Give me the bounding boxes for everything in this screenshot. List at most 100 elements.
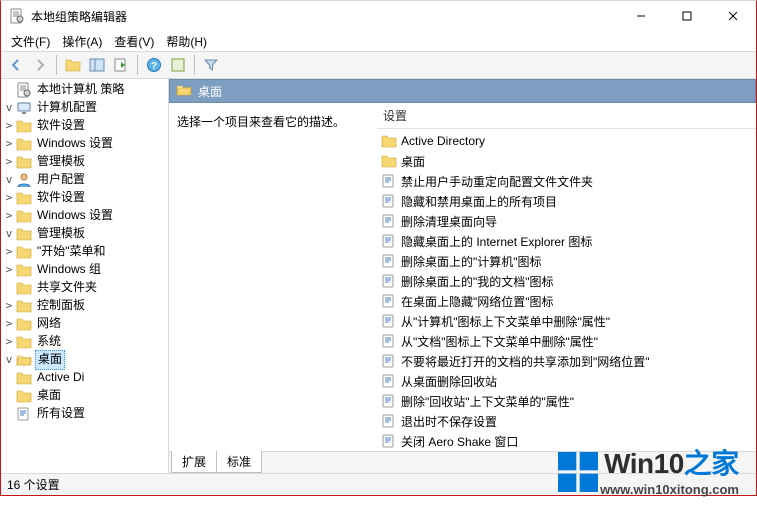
list-item[interactable]: 删除桌面上的"计算机"图标 — [381, 251, 752, 271]
properties-button[interactable] — [167, 54, 189, 76]
tree-windows-settings[interactable]: >Windows 设置 — [3, 207, 168, 225]
folder-icon — [16, 154, 32, 170]
toolbar — [1, 51, 756, 79]
tree-start-menu[interactable]: >"开始"菜单和 — [3, 243, 168, 261]
show-hide-tree-button[interactable] — [86, 54, 108, 76]
menu-file[interactable]: 文件(F) — [5, 31, 56, 52]
list-item-label: 从"文档"图标上下文菜单中删除"属性" — [401, 333, 598, 350]
setting-icon — [381, 193, 397, 209]
tree-pane[interactable]: ▾本地计算机 策略 v计算机配置 >软件设置 >Windows 设置 >管理模板… — [1, 79, 169, 473]
back-button[interactable] — [5, 54, 27, 76]
list-item[interactable]: 在桌面上隐藏"网络位置"图标 — [381, 291, 752, 311]
list-item-label: 删除清理桌面向导 — [401, 213, 497, 230]
folder-icon — [16, 226, 32, 242]
folder-open-icon — [16, 352, 32, 368]
tree-windows-settings[interactable]: >Windows 设置 — [3, 135, 168, 153]
tree-system[interactable]: >系统 — [3, 333, 168, 351]
list-item[interactable]: 不要将最近打开的文档的共享添加到"网络位置" — [381, 351, 752, 371]
tree-network[interactable]: >网络 — [3, 315, 168, 333]
tree-computer-config[interactable]: v计算机配置 — [3, 99, 168, 117]
menu-help[interactable]: 帮助(H) — [160, 31, 213, 52]
list-item[interactable]: 桌面 — [381, 151, 752, 171]
details-header-label: 桌面 — [198, 83, 222, 100]
tree-control-panel[interactable]: >控制面板 — [3, 297, 168, 315]
list-item[interactable]: 删除"回收站"上下文菜单的"属性" — [381, 391, 752, 411]
setting-icon — [381, 293, 397, 309]
watermark-url: www.win10xitong.com — [600, 482, 739, 497]
list-item-label: 桌面 — [401, 153, 425, 170]
list-item[interactable]: 隐藏和禁用桌面上的所有项目 — [381, 191, 752, 211]
tree-software-settings[interactable]: >软件设置 — [3, 117, 168, 135]
list-item[interactable]: 禁止用户手动重定向配置文件文件夹 — [381, 171, 752, 191]
status-count: 16 个设置 — [7, 476, 60, 493]
tree-admin-templates[interactable]: v管理模板 — [3, 225, 168, 243]
tree-windows-components[interactable]: >Windows 组 — [3, 261, 168, 279]
setting-icon — [381, 173, 397, 189]
tree-desktop[interactable]: v桌面 — [3, 351, 168, 369]
tree-active-directory[interactable]: >Active Di — [3, 369, 168, 387]
forward-button[interactable] — [29, 54, 51, 76]
root-icon — [16, 82, 32, 98]
window-title: 本地组策略编辑器 — [31, 8, 618, 25]
setting-icon — [381, 313, 397, 329]
tree-all-settings[interactable]: >所有设置 — [3, 405, 168, 423]
menu-view[interactable]: 查看(V) — [108, 31, 160, 52]
setting-icon — [381, 273, 397, 289]
list-item[interactable]: 从"计算机"图标上下文菜单中删除"属性" — [381, 311, 752, 331]
watermark-brand: Win10 — [604, 448, 684, 479]
folder-icon — [16, 208, 32, 224]
folder-icon — [16, 370, 32, 386]
setting-icon — [381, 253, 397, 269]
list-item[interactable]: 删除桌面上的"我的文档"图标 — [381, 271, 752, 291]
minimize-button[interactable] — [618, 1, 664, 31]
client-area: ▾本地计算机 策略 v计算机配置 >软件设置 >Windows 设置 >管理模板… — [1, 79, 756, 473]
up-button[interactable] — [62, 54, 84, 76]
description-column: 选择一个项目来查看它的描述。 — [169, 103, 377, 451]
menubar: 文件(F) 操作(A) 查看(V) 帮助(H) — [1, 31, 756, 51]
list-item-label: 隐藏和禁用桌面上的所有项目 — [401, 193, 557, 210]
titlebar[interactable]: 本地组策略编辑器 — [1, 1, 756, 31]
toolbar-separator — [194, 55, 195, 75]
tab-standard[interactable]: 标准 — [216, 451, 262, 473]
description-prompt: 选择一个项目来查看它的描述。 — [177, 115, 345, 129]
tree-desktop-sub[interactable]: >桌面 — [3, 387, 168, 405]
list-item[interactable]: 从桌面删除回收站 — [381, 371, 752, 391]
list-item[interactable]: 从"文档"图标上下文菜单中删除"属性" — [381, 331, 752, 351]
computer-icon — [16, 100, 32, 116]
list-item[interactable]: 删除清理桌面向导 — [381, 211, 752, 231]
folder-icon — [16, 136, 32, 152]
list-item[interactable]: Active Directory — [381, 131, 752, 151]
tree-shared-folders[interactable]: >共享文件夹 — [3, 279, 168, 297]
export-button[interactable] — [110, 54, 132, 76]
settings-list[interactable]: 设置 Active Directory 桌面禁止用户手动重定向配置文件文件夹隐藏和… — [377, 103, 756, 451]
list-item[interactable]: 隐藏桌面上的 Internet Explorer 图标 — [381, 231, 752, 251]
list-item[interactable]: 退出时不保存设置 — [381, 411, 752, 431]
list-item-label: 在桌面上隐藏"网络位置"图标 — [401, 293, 554, 310]
setting-icon — [381, 433, 397, 449]
folder-open-icon — [176, 82, 192, 101]
tree-admin-templates[interactable]: >管理模板 — [3, 153, 168, 171]
folder-icon — [381, 133, 397, 149]
toolbar-separator — [56, 55, 57, 75]
folder-icon — [16, 118, 32, 134]
maximize-button[interactable] — [664, 1, 710, 31]
watermark: Win10之家 www.win10xitong.com — [558, 442, 739, 501]
folder-icon — [16, 316, 32, 332]
list-item-label: 从"计算机"图标上下文菜单中删除"属性" — [401, 313, 610, 330]
filter-button[interactable] — [200, 54, 222, 76]
list-item-label: 退出时不保存设置 — [401, 413, 497, 430]
tree-user-config[interactable]: v用户配置 — [3, 171, 168, 189]
tree-software-settings[interactable]: >软件设置 — [3, 189, 168, 207]
folder-icon — [16, 280, 32, 296]
list-item-label: Active Directory — [401, 134, 485, 148]
help-button[interactable] — [143, 54, 165, 76]
setting-icon — [381, 353, 397, 369]
menu-action[interactable]: 操作(A) — [56, 31, 108, 52]
tree-root[interactable]: ▾本地计算机 策略 — [3, 81, 168, 99]
list-item-label: 禁止用户手动重定向配置文件文件夹 — [401, 173, 593, 190]
close-button[interactable] — [710, 1, 756, 31]
tab-extended[interactable]: 扩展 — [171, 451, 217, 473]
details-header: 桌面 — [169, 79, 756, 103]
column-header-setting[interactable]: 设置 — [377, 103, 756, 129]
folder-icon — [16, 190, 32, 206]
